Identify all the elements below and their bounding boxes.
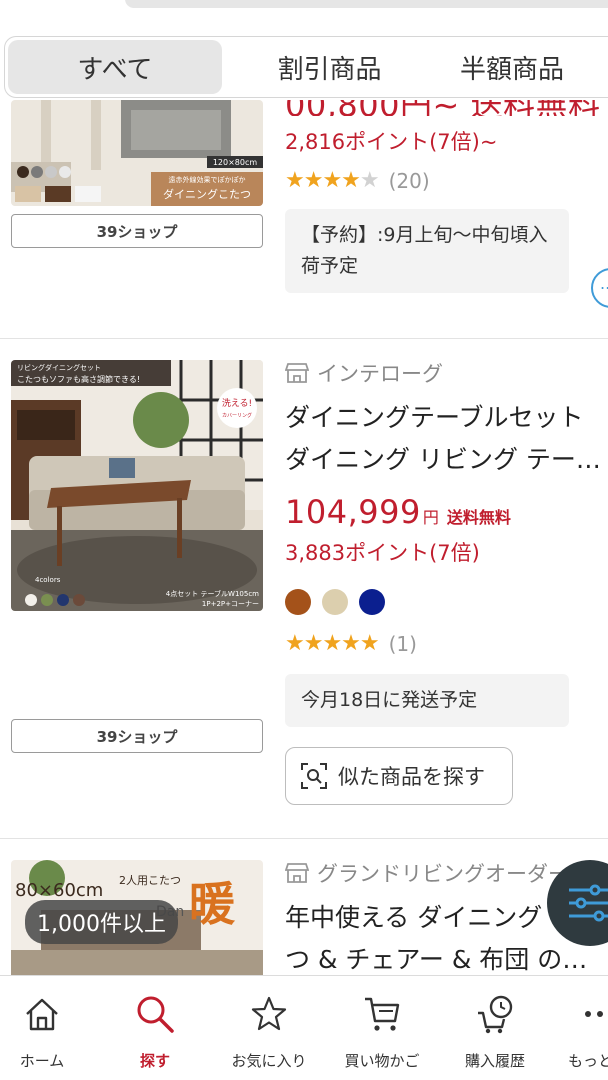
review-count[interactable]: (20) <box>389 169 430 193</box>
status-bar-area <box>0 0 608 14</box>
thumb-text: カバーリング <box>222 412 252 419</box>
nav-home[interactable]: ホーム <box>0 992 97 1071</box>
seller-name[interactable]: グランドリビングオーダー <box>317 858 569 888</box>
shop-button[interactable]: 39ショップ <box>11 719 263 753</box>
color-swatch[interactable] <box>322 589 348 615</box>
cart-icon <box>365 997 400 1031</box>
tab-half-price[interactable]: 半額商品 <box>460 40 608 94</box>
review-count[interactable]: (1) <box>389 632 417 656</box>
thumb-text: 120×80cm <box>213 158 258 167</box>
product-title-line2[interactable]: ダイニング リビング テー… <box>285 439 608 481</box>
store-icon <box>285 363 309 383</box>
points-text: 2,816ポイント(7倍)~ <box>285 130 498 154</box>
shipping-badge: 送料無料 <box>446 508 511 527</box>
thumb-text: ダイニングこたつ <box>163 187 251 201</box>
color-swatch[interactable] <box>359 589 385 615</box>
rating: ★★★★ ★ (20) <box>285 168 608 193</box>
thumb-text: 暖 <box>189 877 236 931</box>
thumb-text: 洗える! <box>222 397 252 409</box>
nav-search-label[interactable]: 探す <box>100 1050 210 1071</box>
product-list: 120×80cm 遠赤外線効果でぽかぽか ダイニングこたつ 39ショップ 00,… <box>0 100 608 975</box>
nav-home-label[interactable]: ホーム <box>0 1050 97 1071</box>
product-info: インテローグ ダイニングテーブルセット ダイニング リビング テー… 104,9… <box>285 359 608 805</box>
nav-cart-label[interactable]: 買い物かご <box>327 1050 437 1071</box>
thumb-text: リビングダイニングセット <box>17 363 101 372</box>
thumb-text: 4点セット テーブルW105cm <box>166 589 259 598</box>
points-text: 3,883ポイント(7倍) <box>285 541 480 565</box>
rating: ★★★★★ (1) <box>285 631 608 656</box>
home-icon <box>26 998 58 1031</box>
nav-favorites[interactable]: お気に入り <box>214 992 324 1071</box>
thumb-text: 4colors <box>35 576 61 584</box>
store-icon <box>285 863 309 883</box>
star-icon: ★★★★ <box>285 168 361 193</box>
nav-favorites-label[interactable]: お気に入り <box>214 1050 324 1071</box>
result-count-badge: 1,000件以上 <box>25 900 178 944</box>
price-partial: 00,800円~ 送料無料 <box>285 100 608 116</box>
thumb-text: 2人用こたつ <box>119 874 181 887</box>
tab-all[interactable]: すべて <box>8 40 222 94</box>
product-image[interactable]: リビングダイニングセット こたつもソファも高さ調節できる! 洗える! カバーリン… <box>11 360 263 611</box>
image-search-icon <box>301 763 327 789</box>
star-icon <box>251 996 287 1031</box>
product-info: 00,800円~ 送料無料 2,816ポイント(7倍)~ ★★★★★ (20) … <box>285 100 608 293</box>
history-icon <box>478 995 513 1034</box>
filter-tabs: すべて 割引商品 半額商品 <box>4 36 608 98</box>
filter-button[interactable] <box>547 860 608 946</box>
thumb-text: 遠赤外線効果でぽかぽか <box>169 175 246 184</box>
sliders-icon <box>569 884 608 922</box>
nav-search[interactable]: 探す <box>100 992 210 1071</box>
search-icon <box>137 996 174 1033</box>
seller[interactable]: インテローグ <box>285 359 608 387</box>
price-row: 104,999 円送料無料 <box>285 493 608 531</box>
thumb-text: 1P+2P+コーナー <box>202 600 259 608</box>
color-swatch[interactable] <box>285 589 311 615</box>
nav-more[interactable]: もっと <box>540 992 608 1071</box>
product-card[interactable]: 80×60cm 2人用こたつ 暖 Dan 1,000件以上 グランドリビングオー… <box>0 839 608 975</box>
thumb-text: 80×60cm <box>15 880 103 901</box>
star-icon: ★★★★★ <box>285 631 380 656</box>
more-icon <box>585 1011 603 1017</box>
tab-discount[interactable]: 割引商品 <box>247 40 412 94</box>
product-card[interactable]: 120×80cm 遠赤外線効果でぽかぽか ダイニングこたつ 39ショップ 00,… <box>0 100 608 338</box>
price: 104,999 <box>285 493 421 531</box>
product-title[interactable]: ダイニングテーブルセット <box>285 397 608 439</box>
nav-more-label[interactable]: もっと <box>540 1050 608 1071</box>
nav-history[interactable]: 購入履歴 <box>440 992 550 1071</box>
nav-history-label[interactable]: 購入履歴 <box>440 1050 550 1071</box>
thumb-text: こたつもソファも高さ調節できる! <box>17 374 140 384</box>
delivery-notice: 今月18日に発送予定 <box>285 674 569 727</box>
price: 00,800円~ 送料無料 <box>285 100 600 116</box>
product-card[interactable]: リビングダイニングセット こたつもソファも高さ調節できる! 洗える! カバーリン… <box>0 339 608 907</box>
address-pill[interactable] <box>125 0 608 8</box>
nav-cart[interactable]: 買い物かご <box>327 992 437 1071</box>
product-image[interactable]: 80×60cm 2人用こたつ 暖 Dan 1,000件以上 <box>11 860 263 975</box>
star-empty-icon: ★ <box>359 168 380 193</box>
yen-label: 円 <box>422 508 439 527</box>
product-image[interactable]: 120×80cm 遠赤外線効果でぽかぽか ダイニングこたつ <box>11 100 263 206</box>
find-similar-label[interactable]: 似た商品を探す <box>338 761 485 791</box>
delivery-notice: 【予約】:9月上旬〜中旬頃入荷予定 <box>285 209 569 293</box>
find-similar-button[interactable]: 似た商品を探す <box>285 747 513 805</box>
seller-name[interactable]: インテローグ <box>317 358 443 388</box>
color-swatches <box>285 589 608 615</box>
bottom-nav: ホーム 探す お気に入り 買い物かご 購入履歴 もっと <box>0 975 608 1080</box>
shop-button[interactable]: 39ショップ <box>11 214 263 248</box>
